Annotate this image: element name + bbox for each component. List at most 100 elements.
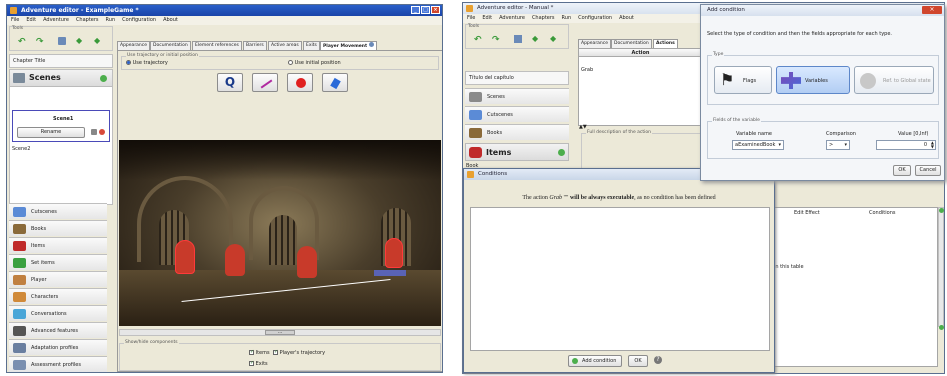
menu-edit[interactable]: Edit	[26, 16, 36, 25]
chapter-title[interactable]: Chapter Title	[9, 54, 113, 68]
minimize-button[interactable]: _	[411, 6, 420, 14]
menu-chapters[interactable]: Chapters	[532, 14, 555, 23]
value-spinner[interactable]: 0 ▲ ▼	[876, 140, 936, 150]
spinner-arrows-icon[interactable]: ▲ ▼	[931, 141, 934, 149]
full-description-label: Full description of the action	[586, 130, 653, 135]
redo-icon[interactable]: ↷	[36, 37, 44, 47]
menu-configuration[interactable]: Configuration	[578, 14, 612, 23]
conditions-help-icon[interactable]: ?	[654, 356, 662, 364]
tab-documentation[interactable]: Documentation	[611, 39, 652, 48]
zoom-tool-button[interactable]: Q	[217, 73, 243, 92]
back-icon[interactable]: ◆	[76, 36, 82, 45]
menu-file[interactable]: File	[11, 16, 19, 25]
check-items[interactable]: ✓ Items	[249, 350, 270, 356]
conditions-column-header: Conditions	[869, 210, 896, 216]
menu-adventure[interactable]: Adventure	[43, 16, 69, 25]
forward-icon[interactable]: ◆	[94, 36, 100, 45]
sidebar-item-player[interactable]: Player	[9, 271, 107, 287]
use-initial-position-radio[interactable]: Use initial position	[288, 60, 341, 66]
tab-documentation[interactable]: Documentation	[150, 41, 191, 50]
scenes-header[interactable]: Scenes	[10, 70, 112, 87]
sidebar-item-items[interactable]: Items	[9, 237, 107, 253]
sidebar-item-characters[interactable]: Characters	[9, 288, 107, 304]
add-row-icon[interactable]	[939, 208, 944, 213]
scene-other-label[interactable]: Scene2	[12, 146, 30, 152]
tab-exits[interactable]: Exits	[303, 41, 320, 50]
check-player-trajectory[interactable]: ✓ Player's trajectory	[273, 350, 325, 356]
erase-tool-button[interactable]	[322, 73, 348, 92]
menu-configuration[interactable]: Configuration	[122, 16, 156, 25]
menu-about[interactable]: About	[163, 16, 178, 25]
add-item-icon[interactable]	[558, 149, 565, 156]
tab-actions[interactable]: Actions	[653, 39, 678, 48]
flags-type-button[interactable]: ⚑ Flags	[714, 66, 772, 94]
scene-preview-canvas[interactable]	[119, 140, 441, 326]
history-icon[interactable]	[58, 37, 66, 45]
sidebar-item-conversations[interactable]: Conversations	[9, 305, 107, 321]
message-pre: The action	[522, 195, 548, 201]
tab-barriers[interactable]: Barriers	[243, 41, 267, 50]
global-state-type-button[interactable]: Ref. to Global state	[854, 66, 934, 94]
menu-about[interactable]: About	[619, 14, 634, 23]
forward-icon[interactable]: ◆	[550, 34, 556, 43]
undo-icon[interactable]: ↶	[474, 35, 482, 45]
sidebar-item-cutscenes[interactable]: Cutscenes	[9, 203, 107, 219]
help-icon[interactable]	[368, 42, 374, 47]
sidebar-item-assessment-profiles[interactable]: Assessment profiles	[9, 356, 107, 372]
add-condition-instruction: Select the type of condition and then th…	[707, 31, 893, 37]
tools-bar: Tools ↶ ↷ ◆ ◆	[9, 26, 113, 51]
sidebar-item-set-items[interactable]: Set items	[9, 254, 107, 270]
add-condition-close-icon[interactable]: ×	[922, 6, 942, 14]
menu-chapters[interactable]: Chapters	[76, 16, 99, 25]
check-exits[interactable]: ✓ Exits	[249, 361, 268, 367]
menu-run[interactable]: Run	[562, 14, 572, 23]
vertical-scrollbar[interactable]	[938, 207, 944, 327]
history-icon[interactable]	[514, 35, 522, 43]
menu-adventure[interactable]: Adventure	[499, 14, 525, 23]
items-icon	[13, 241, 26, 251]
tab-player-movement[interactable]: Player Movement	[320, 41, 377, 50]
line-tool-button[interactable]	[252, 73, 278, 92]
tab-active-areas[interactable]: Active areas	[268, 41, 302, 50]
use-trajectory-radio[interactable]: Use trajectory	[126, 60, 168, 66]
conditions-list[interactable]	[470, 207, 770, 351]
checkbox-checked-icon: ✓	[273, 349, 279, 355]
horizontal-scrollbar[interactable]: ...	[119, 329, 441, 336]
menu-run[interactable]: Run	[106, 16, 116, 25]
sidebar-item-books[interactable]: Books	[465, 124, 569, 140]
menu-edit[interactable]: Edit	[482, 14, 492, 23]
conditions-dialog: Conditions The action Grab "" will be al…	[463, 168, 775, 373]
add-scene-icon[interactable]	[100, 75, 107, 82]
rename-button[interactable]: Rename	[17, 127, 85, 138]
delete-scene-icon[interactable]	[99, 129, 105, 135]
sidebar-item-books[interactable]: Books	[9, 220, 107, 236]
right-chapter-title[interactable]: Título del capítulo	[465, 71, 569, 85]
sidebar-item-scenes[interactable]: Scenes	[465, 88, 569, 104]
undo-icon[interactable]: ↶	[18, 37, 26, 47]
add-condition-button[interactable]: Add condition	[568, 355, 622, 367]
scroll-thumb[interactable]: ...	[265, 330, 295, 335]
items-header[interactable]: Items	[465, 143, 569, 161]
conditions-ok-button[interactable]: OK	[628, 355, 648, 367]
back-icon[interactable]: ◆	[532, 34, 538, 43]
node-tool-button[interactable]	[287, 73, 313, 92]
tab-element-references[interactable]: Element references	[192, 41, 242, 50]
action-row-grab[interactable]: Grab	[581, 67, 593, 73]
variables-type-button[interactable]: Variables	[776, 66, 850, 94]
add-condition-ok-button[interactable]: OK	[893, 165, 911, 176]
maximize-button[interactable]: □	[421, 6, 430, 14]
add-row-icon-bottom[interactable]	[939, 325, 944, 330]
menu-file[interactable]: File	[467, 14, 475, 23]
variable-name-select[interactable]: aExaminedBook ▾	[732, 140, 784, 150]
tab-appearance[interactable]: Appearance	[117, 41, 151, 50]
sidebar-item-advanced-features[interactable]: Advanced features	[9, 322, 107, 338]
comparison-select[interactable]: > ▾	[826, 140, 850, 150]
sidebar-item-cutscenes[interactable]: Cutscenes	[465, 106, 569, 122]
scene-selected-box[interactable]: Scene1 Rename	[12, 110, 110, 142]
add-condition-cancel-button[interactable]: Cancel	[915, 165, 941, 176]
close-button[interactable]: ×	[431, 6, 440, 14]
sidebar-item-adaptation-profiles[interactable]: Adaptation profiles	[9, 339, 107, 355]
tab-appearance[interactable]: Appearance	[578, 39, 612, 48]
redo-icon[interactable]: ↷	[492, 35, 500, 45]
copy-scene-icon[interactable]	[91, 129, 97, 135]
